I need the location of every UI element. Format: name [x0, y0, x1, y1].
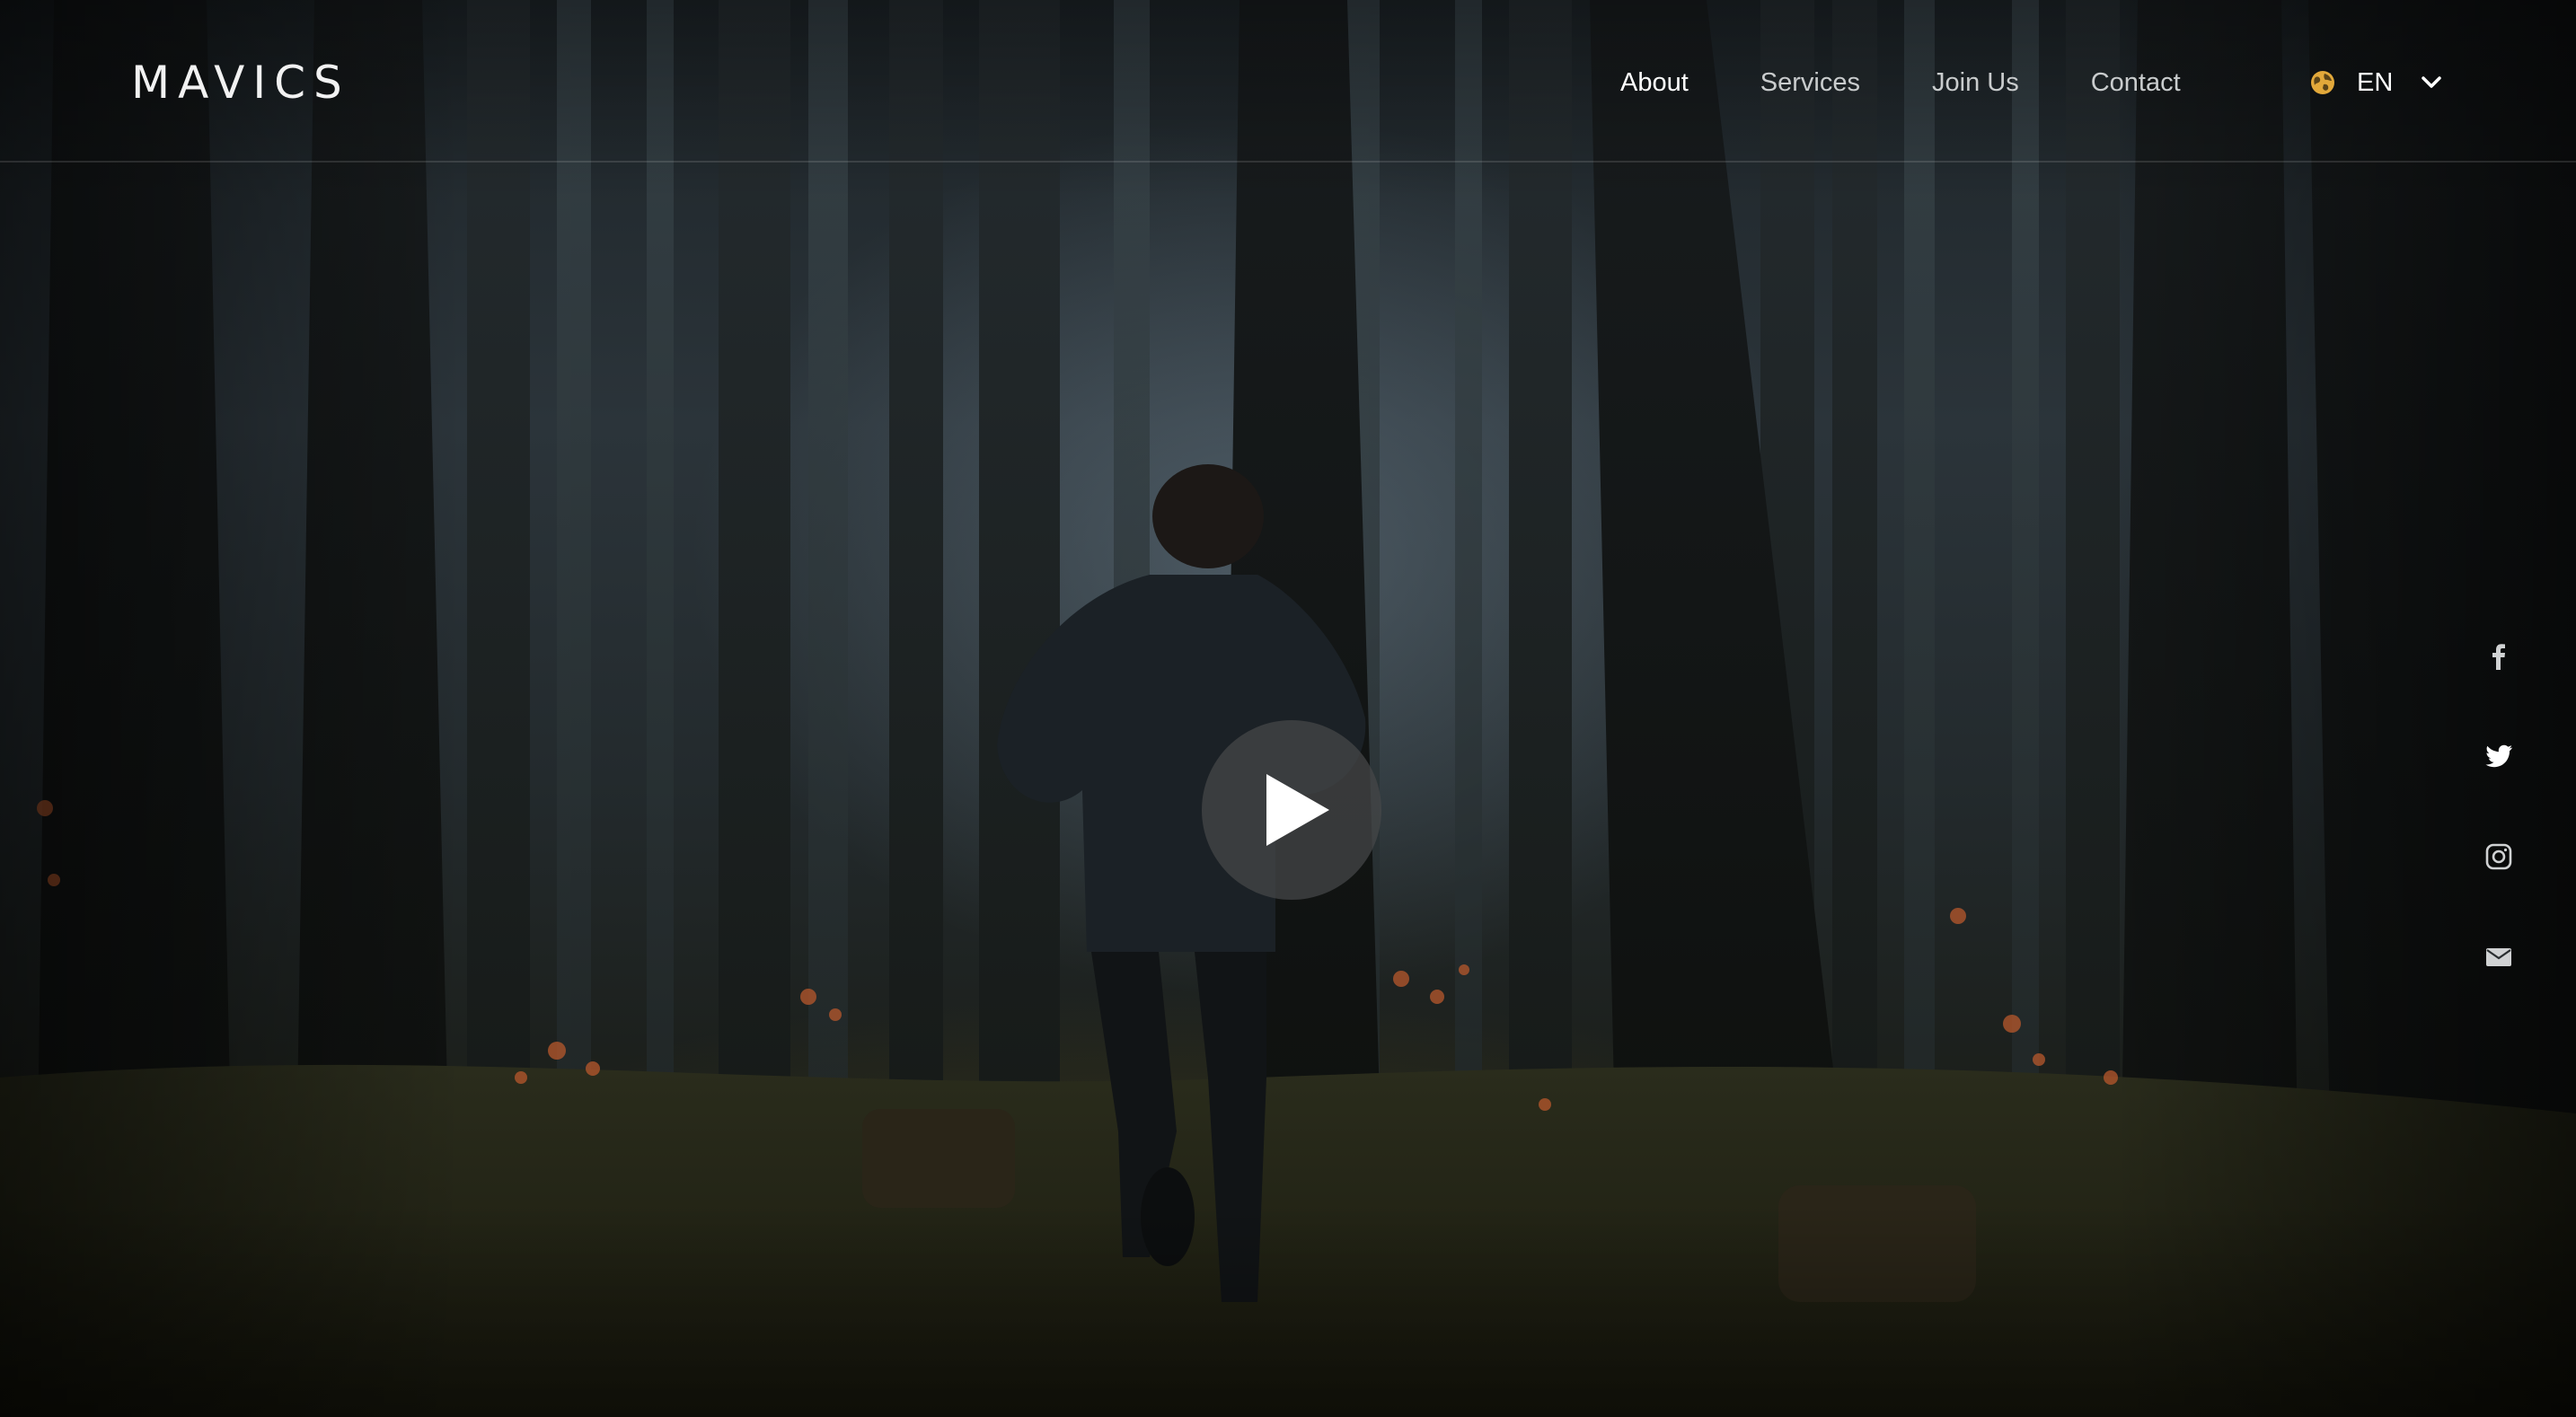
chevron-down-icon	[2422, 76, 2442, 88]
language-selector[interactable]: EN	[2310, 65, 2443, 101]
forest-scene-image	[0, 0, 2576, 1417]
main-nav: About Services Join Us Contact	[1620, 65, 2253, 101]
nav-item-join-us[interactable]: Join Us	[1932, 65, 2019, 101]
hero-video-background	[0, 0, 2576, 1417]
instagram-icon	[2485, 843, 2512, 870]
instagram-link[interactable]	[2479, 837, 2519, 876]
facebook-icon	[2492, 644, 2505, 670]
email-link[interactable]	[2479, 937, 2519, 977]
twitter-icon	[2485, 744, 2512, 768]
nav-item-about[interactable]: About	[1620, 65, 1689, 101]
brand-logo[interactable]: MAVICS	[131, 56, 350, 110]
social-links	[2479, 636, 2519, 1038]
play-icon	[1266, 774, 1329, 846]
language-code: EN	[2357, 68, 2394, 97]
globe-icon	[2311, 71, 2334, 94]
nav-item-contact[interactable]: Contact	[2091, 65, 2181, 101]
twitter-link[interactable]	[2479, 736, 2519, 776]
facebook-link[interactable]	[2479, 636, 2519, 675]
email-icon	[2486, 948, 2511, 966]
nav-item-services[interactable]: Services	[1760, 65, 1860, 101]
site-header: MAVICS About Services Join Us Contact EN	[0, 0, 2576, 163]
play-video-button[interactable]	[1202, 720, 1381, 900]
